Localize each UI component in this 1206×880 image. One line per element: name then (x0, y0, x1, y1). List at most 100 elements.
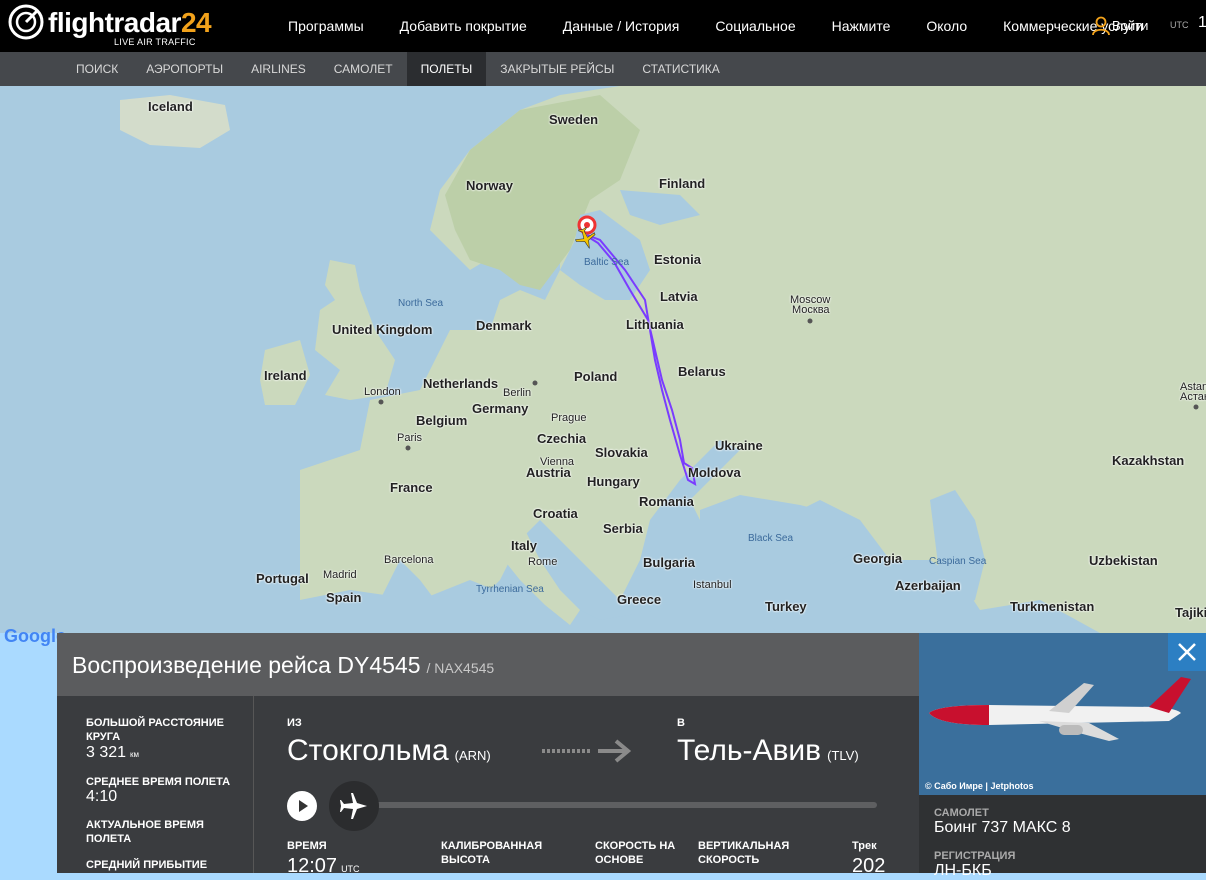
map-country-label: Sweden (549, 112, 599, 127)
map-country-label: Romania (639, 494, 694, 509)
user-icon (1092, 16, 1110, 36)
map-city-label: Астан (1180, 391, 1206, 403)
subnav-item-4[interactable]: ПОЛЕТЫ (406, 52, 487, 86)
map-country-label: Slovakia (595, 445, 648, 460)
map-country-label: Ireland (264, 368, 307, 383)
airplane-marker-icon[interactable] (574, 227, 598, 251)
map-country-label: Czechia (537, 431, 587, 446)
map-country-label: Tajiki (1175, 605, 1206, 620)
playback-timeline[interactable] (367, 802, 877, 808)
route-arrow-icon (542, 739, 632, 763)
map-country-label: Bulgaria (643, 555, 696, 570)
flightradar24-logo[interactable]: flightradar24 LIVE AIR TRAFFIC (8, 4, 212, 48)
map-city-label: Prague (551, 412, 587, 424)
time-label: ВРЕМЯ (287, 840, 327, 852)
map-country-label: Lithuania (626, 317, 684, 332)
map-country-label: Ukraine (715, 438, 763, 453)
map-city-label: Paris (397, 432, 423, 444)
nav-item-3[interactable]: Социальное (697, 0, 813, 52)
map-sea-label: Baltic Sea (584, 257, 630, 268)
distance-value: 3 321 км (86, 744, 140, 761)
map-country-label: Latvia (660, 289, 698, 304)
map-country-label: Belarus (678, 364, 726, 379)
aircraft-info-panel: © Сабо Имре | Jetphotos САМОЛЕТ Боинг 73… (919, 633, 1206, 879)
map-country-label: Poland (574, 369, 618, 384)
map-country-label: Hungary (587, 474, 640, 489)
map-city-label: London (364, 386, 401, 398)
destination-city: Тель-Авив (TLV) (677, 734, 859, 767)
map-city-label: Madrid (323, 569, 357, 581)
panel-header: Воспроизведение рейса DY4545/ NAX4545 (57, 633, 919, 696)
map-view[interactable]: Iceland Sweden Norway Finland Estonia Latvia L… (0, 86, 1206, 633)
map-country-label: Italy (511, 538, 538, 553)
subnav-item-2[interactable]: AIRLINES (237, 52, 320, 86)
map-city-label: Vienna (540, 456, 575, 468)
to-label: В (677, 717, 685, 729)
distance-label: БОЛЬШОЙ РАССТОЯНИЕ КРУГА (86, 717, 224, 743)
registration-label: РЕГИСТРАЦИЯ (934, 850, 1016, 862)
logo-tagline: LIVE AIR TRAFFIC (114, 37, 196, 47)
sub-navbar: ПОИСК АЭРОПОРТЫ AIRLINES САМОЛЕТ ПОЛЕТЫ ЗАКРЫ… (0, 52, 1206, 86)
nav-item-2[interactable]: Данные / История (545, 0, 698, 52)
map-canvas (0, 86, 1206, 633)
subnav-item-1[interactable]: АЭРОПОРТЫ (132, 52, 237, 86)
utc-clock: 1 (1198, 14, 1206, 31)
track-value: 202 (852, 855, 886, 877)
map-country-label: Serbia (603, 521, 643, 536)
avg-time-label: СРЕДНЕЕ ВРЕМЯ ПОЛЕТА (86, 776, 231, 788)
registration-value[interactable]: ЛН-БКБ (934, 862, 992, 880)
radar-icon (8, 4, 44, 40)
track-label: Трек (852, 840, 877, 852)
map-country-label: Greece (617, 592, 662, 607)
subnav-item-6[interactable]: СТАТИСТИКА (628, 52, 733, 86)
map-sea-label: Tyrrhenian Sea (476, 584, 544, 595)
vertical-speed-label: ВЕРТИКАЛЬНАЯ СКОРОСТЬ (698, 840, 790, 866)
nav-item-1[interactable]: Добавить покрытие (382, 0, 545, 52)
map-country-label: Turkmenistan (1010, 599, 1095, 614)
nav-item-0[interactable]: Программы (270, 0, 382, 52)
avg-arrival-label: СРЕДНИЙ ПРИБЫТИЕ (86, 859, 208, 871)
subnav-item-0[interactable]: ПОИСК (62, 52, 132, 86)
aircraft-photo-image (919, 633, 1206, 795)
main-nav: Программы Добавить покрытие Данные / Истор… (270, 0, 1161, 52)
aircraft-label: САМОЛЕТ (934, 807, 989, 819)
ground-speed-label: СКОРОСТЬ НА ОСНОВЕ (595, 840, 676, 866)
actual-time-label: АКТУАЛЬНОЕ ВРЕМЯ ПОЛЕТА (86, 819, 204, 845)
map-country-label: Kazakhstan (1112, 453, 1185, 468)
map-country-label: France (390, 480, 433, 495)
map-city-label: Rome (528, 556, 558, 568)
subnav-item-3[interactable]: САМОЛЕТ (320, 52, 407, 86)
map-country-label: Germany (472, 401, 529, 416)
map-country-label: Georgia (853, 551, 903, 566)
avg-time-value: 4:10 (86, 788, 118, 805)
map-country-label: Moldova (688, 465, 741, 480)
map-country-label: Iceland (148, 99, 193, 114)
login-label: Войти (1112, 18, 1149, 33)
aircraft-model[interactable]: Боинг 737 МАКС 8 (934, 819, 1071, 837)
aircraft-photo[interactable]: © Сабо Имре | Jetphotos (919, 633, 1206, 795)
map-country-label: Uzbekistan (1089, 553, 1158, 568)
login-button[interactable]: Войти (1090, 14, 1160, 38)
route-stats: БОЛЬШОЙ РАССТОЯНИЕ КРУГА 3 321 км СРЕДНЕЕ… (57, 696, 254, 873)
close-icon (1178, 643, 1196, 661)
close-button[interactable] (1168, 633, 1206, 671)
flight-playback-panel: Воспроизведение рейса DY4545/ NAX4545 БО… (57, 633, 919, 877)
map-country-label: Finland (659, 176, 706, 191)
map-country-label: United Kingdom (332, 322, 433, 337)
map-city-label: Berlin (503, 387, 532, 399)
map-sea-label: North Sea (398, 298, 444, 309)
panel-title: Воспроизведение рейса DY4545/ NAX4545 (72, 652, 495, 678)
map-country-label: Denmark (476, 318, 532, 333)
nav-item-4[interactable]: Нажмите (814, 0, 909, 52)
subnav-item-5[interactable]: ЗАКРЫТЫЕ РЕЙСЫ (486, 52, 628, 86)
photo-credit[interactable]: © Сабо Имре | Jetphotos (925, 781, 1033, 791)
timeline-handle[interactable] (329, 781, 379, 831)
plane-icon (340, 793, 367, 819)
play-button[interactable] (287, 791, 317, 821)
map-sea-label: Caspian Sea (929, 556, 987, 567)
altitude-label: КАЛИБРОВАННАЯ ВЫСОТА (441, 840, 543, 866)
map-city-label: Barcelona (384, 554, 434, 566)
map-country-label: Spain (326, 590, 362, 605)
nav-item-5[interactable]: Около (908, 0, 985, 52)
map-country-label: Belgium (416, 413, 468, 428)
